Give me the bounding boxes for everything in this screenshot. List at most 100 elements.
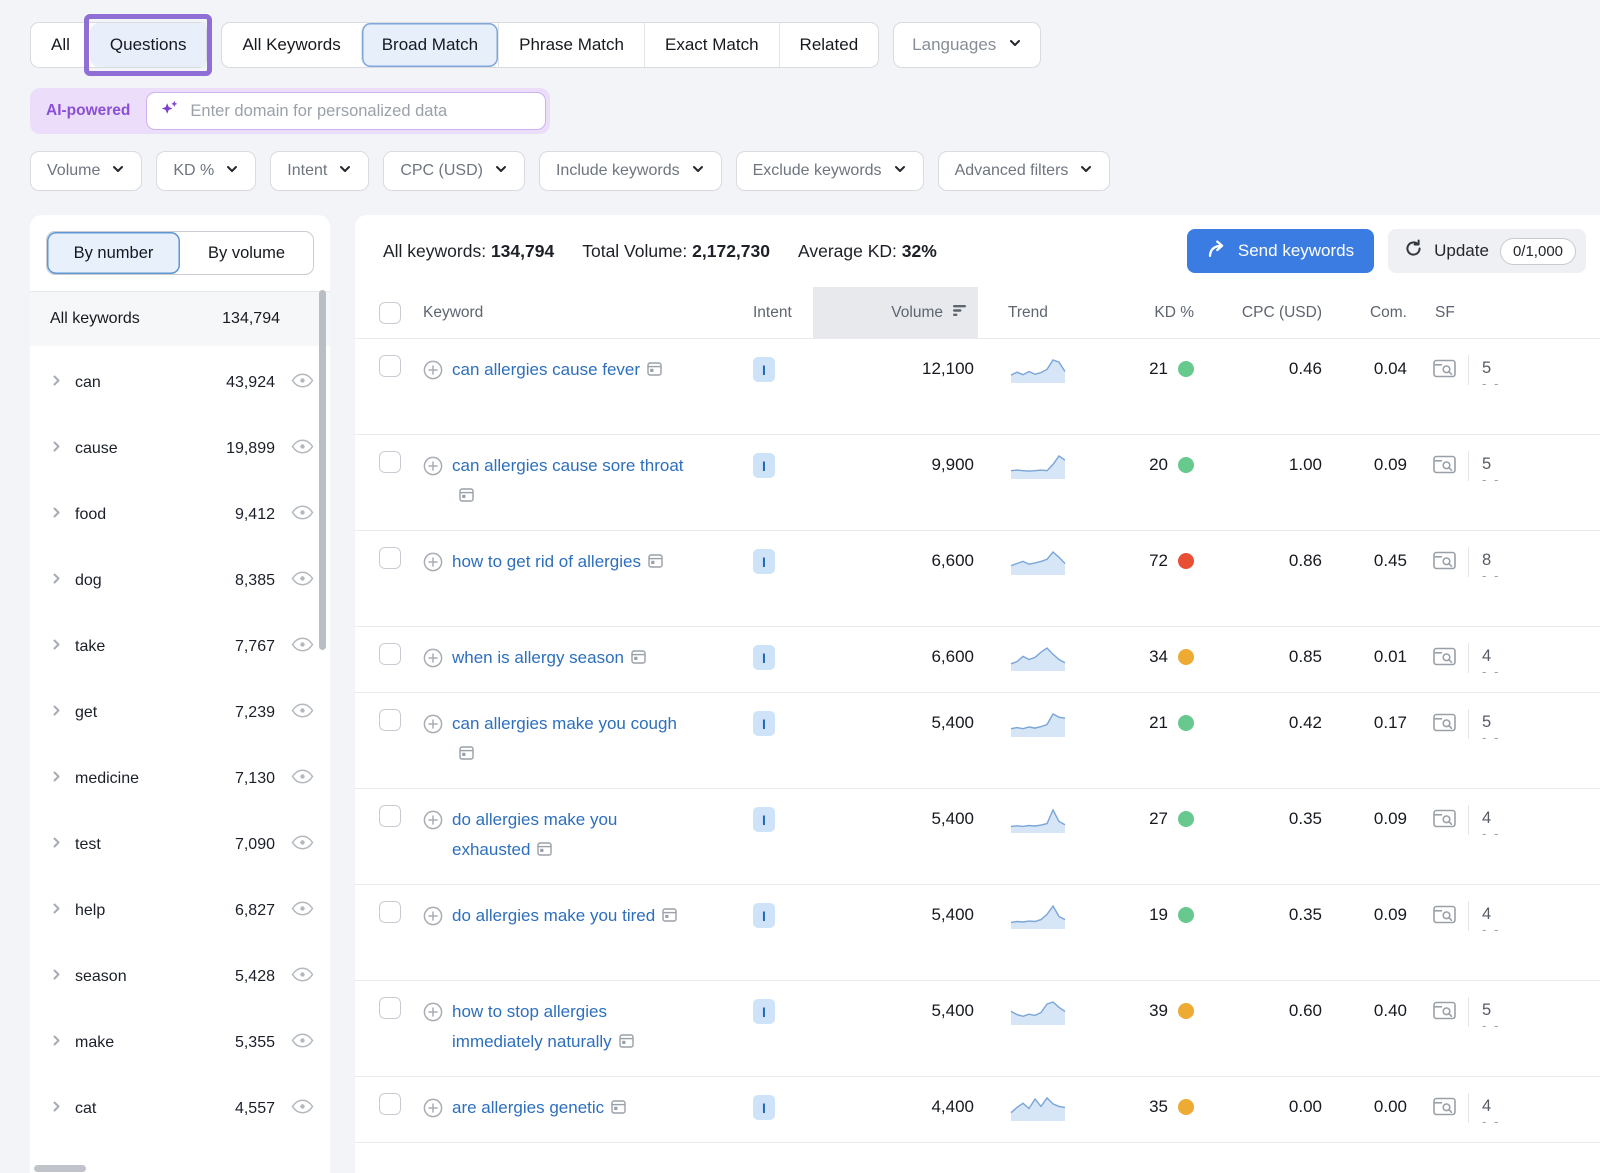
sf-count-link[interactable]: 5- - bbox=[1482, 709, 1500, 741]
intent-badge[interactable]: I bbox=[753, 807, 775, 832]
column-header-kd[interactable]: KD % bbox=[1108, 287, 1228, 338]
eye-icon[interactable] bbox=[291, 835, 314, 855]
sidebar-item-help[interactable]: help6,827 bbox=[38, 878, 322, 944]
intent-badge[interactable]: I bbox=[753, 903, 775, 928]
serp-preview-icon[interactable] bbox=[1433, 551, 1456, 575]
row-checkbox[interactable] bbox=[379, 709, 401, 731]
tab-all[interactable]: All bbox=[31, 23, 90, 67]
keyword-link[interactable]: can allergies cause sore throat bbox=[452, 451, 684, 512]
keyword-link[interactable]: how to get rid of allergies bbox=[452, 547, 663, 578]
serp-page-icon[interactable] bbox=[647, 356, 662, 386]
eye-icon[interactable] bbox=[291, 901, 314, 921]
sidebar-item-take[interactable]: take7,767 bbox=[38, 614, 322, 680]
eye-icon[interactable] bbox=[291, 571, 314, 591]
row-checkbox[interactable] bbox=[379, 901, 401, 923]
filter-exclude-keywords[interactable]: Exclude keywords bbox=[736, 151, 924, 191]
serp-preview-icon[interactable] bbox=[1433, 455, 1456, 479]
all-keywords-row[interactable]: All keywords 134,794 bbox=[30, 292, 330, 346]
add-keyword-icon[interactable] bbox=[423, 810, 443, 835]
column-header-intent[interactable]: Intent bbox=[753, 287, 813, 338]
sf-count-link[interactable]: 4- - bbox=[1482, 901, 1500, 933]
sidebar-item-medicine[interactable]: medicine7,130 bbox=[38, 746, 322, 812]
filter-intent[interactable]: Intent bbox=[270, 151, 369, 191]
tab-all-keywords[interactable]: All Keywords bbox=[222, 23, 360, 67]
add-keyword-icon[interactable] bbox=[423, 714, 443, 739]
column-header-volume[interactable]: Volume bbox=[813, 287, 978, 338]
sidebar-horizontal-scrollbar[interactable] bbox=[34, 1165, 86, 1172]
select-all-checkbox[interactable] bbox=[379, 302, 401, 324]
domain-input[interactable] bbox=[190, 102, 533, 121]
keyword-link[interactable]: do allergies make you tired bbox=[452, 901, 677, 932]
add-keyword-icon[interactable] bbox=[423, 552, 443, 577]
eye-icon[interactable] bbox=[291, 703, 314, 723]
toggle-by-number[interactable]: By number bbox=[47, 232, 180, 274]
serp-page-icon[interactable] bbox=[459, 740, 474, 770]
eye-icon[interactable] bbox=[291, 439, 314, 459]
sidebar-item-dog[interactable]: dog8,385 bbox=[38, 548, 322, 614]
filter-cpc-usd-[interactable]: CPC (USD) bbox=[383, 151, 525, 191]
serp-page-icon[interactable] bbox=[619, 1028, 634, 1058]
eye-icon[interactable] bbox=[291, 1033, 314, 1053]
row-checkbox[interactable] bbox=[379, 355, 401, 377]
add-keyword-icon[interactable] bbox=[423, 906, 443, 931]
tab-related[interactable]: Related bbox=[779, 23, 879, 67]
update-button[interactable]: Update 0/1,000 bbox=[1388, 229, 1586, 273]
eye-icon[interactable] bbox=[291, 769, 314, 789]
column-header-trend[interactable]: Trend bbox=[978, 287, 1108, 338]
serp-preview-icon[interactable] bbox=[1433, 713, 1456, 737]
languages-dropdown[interactable]: Languages bbox=[893, 22, 1041, 68]
filter-kd-[interactable]: KD % bbox=[156, 151, 256, 191]
add-keyword-icon[interactable] bbox=[423, 1098, 443, 1123]
sf-count-link[interactable]: 4- - bbox=[1482, 643, 1500, 675]
intent-badge[interactable]: I bbox=[753, 453, 775, 478]
sidebar-item-get[interactable]: get7,239 bbox=[38, 680, 322, 746]
add-keyword-icon[interactable] bbox=[423, 1002, 443, 1027]
column-header-cpc[interactable]: CPC (USD) bbox=[1228, 287, 1353, 338]
eye-icon[interactable] bbox=[291, 505, 314, 525]
sf-count-link[interactable]: 5- - bbox=[1482, 997, 1500, 1029]
serp-page-icon[interactable] bbox=[631, 644, 646, 674]
intent-badge[interactable]: I bbox=[753, 357, 775, 382]
filter-volume[interactable]: Volume bbox=[30, 151, 142, 191]
keyword-link[interactable]: can allergies make you cough bbox=[452, 709, 684, 770]
sidebar-item-can[interactable]: can43,924 bbox=[38, 350, 322, 416]
sidebar-item-cat[interactable]: cat4,557 bbox=[38, 1076, 322, 1142]
serp-preview-icon[interactable] bbox=[1433, 905, 1456, 929]
sidebar-item-test[interactable]: test7,090 bbox=[38, 812, 322, 878]
serp-page-icon[interactable] bbox=[611, 1094, 626, 1124]
sf-count-link[interactable]: 5- - bbox=[1482, 451, 1500, 483]
sf-count-link[interactable]: 4- - bbox=[1482, 805, 1500, 837]
sidebar-item-season[interactable]: season5,428 bbox=[38, 944, 322, 1010]
intent-badge[interactable]: I bbox=[753, 549, 775, 574]
row-checkbox[interactable] bbox=[379, 643, 401, 665]
filter-include-keywords[interactable]: Include keywords bbox=[539, 151, 722, 191]
serp-preview-icon[interactable] bbox=[1433, 647, 1456, 671]
column-header-com[interactable]: Com. bbox=[1353, 287, 1433, 338]
sidebar-item-cause[interactable]: cause19,899 bbox=[38, 416, 322, 482]
send-keywords-button[interactable]: Send keywords bbox=[1187, 229, 1374, 273]
sf-count-link[interactable]: 8- - bbox=[1482, 547, 1500, 579]
serp-page-icon[interactable] bbox=[648, 548, 663, 578]
add-keyword-icon[interactable] bbox=[423, 360, 443, 385]
row-checkbox[interactable] bbox=[379, 451, 401, 473]
tab-broad-match[interactable]: Broad Match bbox=[361, 23, 498, 67]
intent-badge[interactable]: I bbox=[753, 711, 775, 736]
serp-preview-icon[interactable] bbox=[1433, 809, 1456, 833]
serp-preview-icon[interactable] bbox=[1433, 1001, 1456, 1025]
row-checkbox[interactable] bbox=[379, 1093, 401, 1115]
intent-badge[interactable]: I bbox=[753, 645, 775, 670]
keyword-link[interactable]: do allergies make you exhausted bbox=[452, 805, 684, 866]
filter-advanced-filters[interactable]: Advanced filters bbox=[938, 151, 1111, 191]
serp-page-icon[interactable] bbox=[537, 836, 552, 866]
keyword-link[interactable]: can allergies cause fever bbox=[452, 355, 662, 386]
row-checkbox[interactable] bbox=[379, 547, 401, 569]
column-header-keyword[interactable]: Keyword bbox=[423, 287, 753, 338]
intent-badge[interactable]: I bbox=[753, 1095, 775, 1120]
sidebar-item-make[interactable]: make5,355 bbox=[38, 1010, 322, 1076]
eye-icon[interactable] bbox=[291, 373, 314, 393]
serp-preview-icon[interactable] bbox=[1433, 1097, 1456, 1121]
sidebar-vertical-scrollbar[interactable] bbox=[319, 290, 326, 650]
add-keyword-icon[interactable] bbox=[423, 648, 443, 673]
eye-icon[interactable] bbox=[291, 637, 314, 657]
toggle-by-volume[interactable]: By volume bbox=[180, 232, 313, 274]
